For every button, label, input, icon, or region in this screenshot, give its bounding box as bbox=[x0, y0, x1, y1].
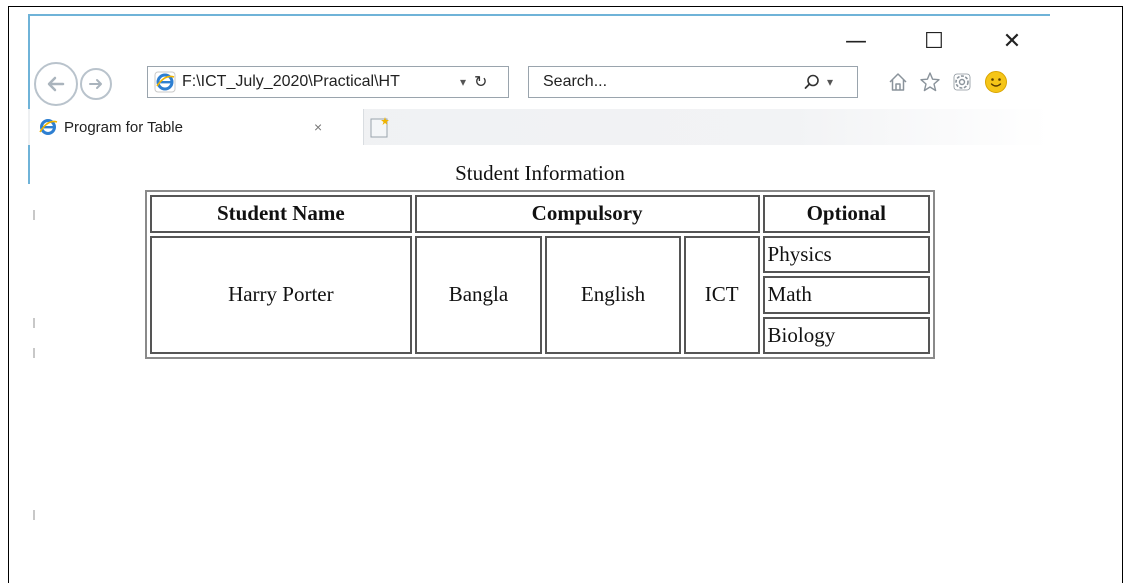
minimize-button[interactable]: — bbox=[836, 26, 876, 56]
cell-optional-1: Physics bbox=[762, 235, 930, 273]
refresh-icon[interactable]: ↻ bbox=[474, 72, 487, 92]
forward-button[interactable] bbox=[80, 68, 112, 100]
back-button[interactable] bbox=[34, 62, 78, 106]
margin-tick bbox=[33, 318, 35, 328]
header-student-name: Student Name bbox=[150, 195, 412, 233]
margin-tick bbox=[33, 510, 35, 520]
tab-title: Program for Table bbox=[64, 118, 183, 136]
search-box[interactable]: Search... ▾ bbox=[528, 66, 858, 98]
table-row: Harry Porter Bangla English ICT Physics bbox=[150, 235, 930, 354]
window-border-top bbox=[28, 14, 1050, 16]
gear-icon[interactable] bbox=[950, 70, 974, 94]
back-arrow-icon bbox=[47, 76, 65, 92]
cell-compulsory-1: Bangla bbox=[414, 235, 543, 354]
margin-tick bbox=[33, 210, 35, 220]
search-input[interactable]: Search... bbox=[543, 73, 795, 91]
tab-bar: Program for Table × bbox=[28, 109, 1050, 145]
search-dropdown-icon[interactable]: ▾ bbox=[827, 75, 833, 89]
star-icon[interactable] bbox=[918, 70, 942, 94]
table-header-row: Student Name Compulsory Optional bbox=[150, 195, 930, 233]
smiley-icon[interactable] bbox=[984, 70, 1008, 94]
student-info-table: Student Name Compulsory Optional Harry P… bbox=[145, 190, 935, 359]
tab-program-for-table[interactable]: Program for Table × bbox=[30, 109, 364, 145]
page-frame-top bbox=[8, 6, 1123, 7]
page-frame-left bbox=[8, 6, 9, 583]
cell-optional-2: Math bbox=[762, 276, 930, 314]
cell-compulsory-3: ICT bbox=[683, 235, 760, 354]
search-icon[interactable] bbox=[803, 73, 821, 91]
address-dropdown-icon[interactable]: ▾ bbox=[460, 75, 466, 89]
margin-tick bbox=[33, 348, 35, 358]
forward-arrow-icon bbox=[89, 79, 102, 89]
address-bar[interactable]: F:\ICT_July_2020\Practical\HT ▾ ↻ bbox=[147, 66, 509, 98]
new-tab-icon[interactable] bbox=[368, 115, 392, 139]
close-window-button[interactable]: ✕ bbox=[992, 26, 1032, 56]
table-caption: Student Information bbox=[455, 161, 625, 185]
window-border-left bbox=[28, 14, 30, 184]
cell-student-name: Harry Porter bbox=[150, 235, 412, 354]
tab-close-icon[interactable]: × bbox=[314, 119, 322, 135]
ie-icon bbox=[154, 71, 176, 93]
cell-compulsory-2: English bbox=[545, 235, 681, 354]
cell-optional-3: Biology bbox=[762, 316, 930, 354]
ie-icon bbox=[39, 119, 58, 135]
header-optional: Optional bbox=[762, 195, 930, 233]
browser-window: — ☐ ✕ F:\ICT_July_2020\Practical\HT ▾ ↻ … bbox=[28, 14, 1050, 184]
home-icon[interactable] bbox=[886, 70, 910, 94]
maximize-button[interactable]: ☐ bbox=[914, 26, 954, 56]
address-url[interactable]: F:\ICT_July_2020\Practical\HT bbox=[182, 73, 454, 91]
header-compulsory: Compulsory bbox=[414, 195, 760, 233]
